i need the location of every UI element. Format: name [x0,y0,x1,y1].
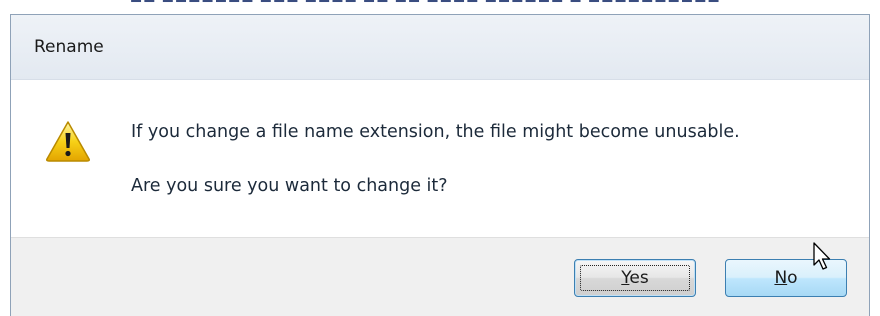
background-window-strip: ▬▬ ▬▬▬▬▬▬▬ ▬▬▬ ▬▬▬▬ ▬▬ ▬▬ ▬▬▬▬ ▬▬▬▬▬▬ ▬ … [0,0,880,14]
no-accelerator: N [774,268,788,288]
confirmation-question: Are you sure you want to change it? [131,176,448,196]
background-text: ▬▬ ▬▬▬▬▬▬▬ ▬▬▬ ▬▬▬▬ ▬▬ ▬▬ ▬▬▬▬ ▬▬▬▬▬▬ ▬ … [130,0,721,7]
warning-message: If you change a file name extension, the… [131,122,740,142]
mouse-pointer-icon [813,242,831,270]
dialog-content: If you change a file name extension, the… [11,79,869,238]
no-label: o [787,268,798,288]
dialog-button-bar: Yes No [11,237,869,316]
focus-ring [580,265,690,291]
rename-dialog: Rename If you change a file name extensi… [10,14,870,316]
dialog-titlebar[interactable]: Rename [11,15,869,79]
dialog-title: Rename [34,37,104,57]
screen: ▬▬ ▬▬▬▬▬▬▬ ▬▬▬ ▬▬▬▬ ▬▬ ▬▬ ▬▬▬▬ ▬▬▬▬▬▬ ▬ … [0,0,880,316]
warning-icon [46,121,90,162]
yes-button[interactable]: Yes [574,259,696,297]
